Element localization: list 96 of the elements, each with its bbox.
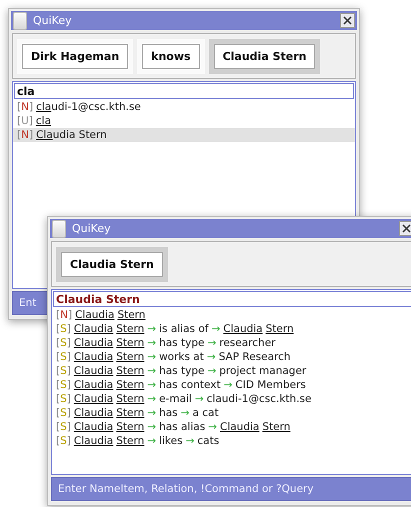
result-row[interactable]: [S] Claudia Stern → is alias of → Claudia Stern <box>52 322 411 336</box>
item-link[interactable]: Stern <box>266 323 294 335</box>
item-link[interactable]: Claudia <box>74 379 114 391</box>
item-link[interactable]: Stern <box>116 379 144 391</box>
input-field[interactable]: cla <box>14 83 354 99</box>
item-text: is alias of <box>159 323 208 335</box>
item-text: e-mail <box>159 393 192 405</box>
item-link[interactable]: Stern <box>116 393 144 405</box>
result-row[interactable]: [N] claudi-1@csc.kth.se <box>13 100 355 114</box>
type-tag: [S] <box>56 323 71 335</box>
type-tag: [U] <box>17 115 33 127</box>
item-link[interactable]: cla <box>36 115 52 127</box>
arrow-glyph: → <box>211 323 220 335</box>
arrow-glyph: → <box>180 407 190 419</box>
item-text: cats <box>197 435 220 447</box>
status-bar: Enter NameItem, Relation, !Command or ?Query <box>51 477 411 501</box>
type-tag: [S] <box>56 435 71 447</box>
window-grip-icon[interactable] <box>52 220 66 238</box>
item-link[interactable]: Claudia <box>74 435 114 447</box>
item-text: works at <box>159 351 204 363</box>
item-link[interactable]: Claudia <box>74 351 114 363</box>
item-link[interactable]: Claudia <box>220 421 260 433</box>
result-row[interactable]: [S] Claudia Stern → e-mail → claudi-1@csc.kth.se <box>52 392 411 406</box>
type-tag: [S] <box>56 351 71 363</box>
item-text: has <box>159 407 178 419</box>
type-tag: [N] <box>17 101 34 113</box>
result-row[interactable]: [S] Claudia Stern → likes → cats <box>52 434 411 448</box>
arrow-glyph: → <box>147 393 156 405</box>
item-link[interactable]: Claudia <box>74 393 114 405</box>
item-text: SAP Research <box>218 351 291 363</box>
item-text: has type <box>159 337 204 349</box>
type-tag: [S] <box>56 365 71 377</box>
arrow-glyph: → <box>186 435 194 447</box>
result-row[interactable]: [S] Claudia Stern → has context → CID Members <box>52 378 411 392</box>
item-link[interactable]: Stern <box>262 421 290 433</box>
arrow-glyph: → <box>147 407 156 419</box>
item-text: has alias <box>159 421 206 433</box>
item-link[interactable]: Claudia <box>74 407 114 419</box>
item-text: a cat <box>192 407 219 419</box>
item-text: udi-1@csc.kth.se <box>51 101 141 113</box>
item-link[interactable]: cla <box>36 101 52 113</box>
item-link[interactable]: Stern <box>116 351 144 363</box>
item-link[interactable]: Stern <box>116 337 144 349</box>
item-link[interactable]: Stern <box>116 421 144 433</box>
item-link[interactable]: Claudia <box>223 323 263 335</box>
item-link[interactable]: Stern <box>116 407 144 419</box>
window-title: QuiKey <box>72 222 111 235</box>
item-text: has type <box>159 365 204 377</box>
arrow-glyph: → <box>206 351 216 363</box>
item-link[interactable]: Claudia <box>74 365 114 377</box>
type-tag: [S] <box>56 337 71 349</box>
arrow-glyph: → <box>147 323 156 335</box>
arrow-glyph: → <box>147 365 156 377</box>
type-tag: [S] <box>56 407 71 419</box>
item-link[interactable]: Claudia <box>74 337 114 349</box>
close-button[interactable] <box>340 13 355 28</box>
arrow-glyph: → <box>147 351 156 363</box>
item-text: has context <box>159 379 221 391</box>
item-text: CID Members <box>235 379 306 391</box>
item-link[interactable]: Claudia <box>74 421 114 433</box>
result-row[interactable]: [S] Claudia Stern → has alias → Claudia Stern <box>52 420 411 434</box>
arrow-glyph: → <box>147 435 156 447</box>
item-text: project manager <box>219 365 306 377</box>
arrow-glyph: → <box>147 379 156 391</box>
close-icon <box>402 224 411 233</box>
item-link[interactable]: Stern <box>116 323 144 335</box>
input-field[interactable]: Claudia Stern <box>53 291 411 307</box>
item-text: claudi-1@csc.kth.se <box>206 393 312 405</box>
arrow-glyph: → <box>224 379 232 391</box>
close-button[interactable] <box>399 221 411 236</box>
item-link[interactable]: Stern <box>116 435 144 447</box>
result-row[interactable]: [S] Claudia Stern → works at → SAP Research <box>52 350 411 364</box>
result-row[interactable]: [S] Claudia Stern → has type → project manager <box>52 364 411 378</box>
window-title: QuiKey <box>33 14 72 27</box>
type-tag: [S] <box>56 421 71 433</box>
result-row[interactable]: [U] cla <box>13 114 355 128</box>
arrow-glyph: → <box>147 337 156 349</box>
item-text: udia Stern <box>52 129 107 141</box>
arrow-glyph: → <box>207 337 216 349</box>
result-row[interactable]: [S] Claudia Stern → has type → researcher <box>52 336 411 350</box>
arrow-glyph: → <box>207 365 216 377</box>
item-text: researcher <box>219 337 276 349</box>
result-row[interactable]: [N] Claudia Stern <box>13 128 355 142</box>
item-link[interactable]: Stern <box>116 365 144 377</box>
arrow-glyph: → <box>208 421 217 433</box>
item-link[interactable]: Claudia <box>74 323 114 335</box>
item-link[interactable]: Cla <box>36 129 53 141</box>
item-text: likes <box>159 435 183 447</box>
arrow-glyph: → <box>147 421 156 433</box>
type-tag: [S] <box>56 379 71 391</box>
window-grip-icon[interactable] <box>13 12 27 30</box>
type-tag: [N] <box>17 129 34 141</box>
type-tag: [S] <box>56 393 71 405</box>
result-row[interactable]: [S] Claudia Stern → has → a cat <box>52 406 411 420</box>
close-icon <box>343 16 352 25</box>
arrow-glyph: → <box>194 393 204 405</box>
